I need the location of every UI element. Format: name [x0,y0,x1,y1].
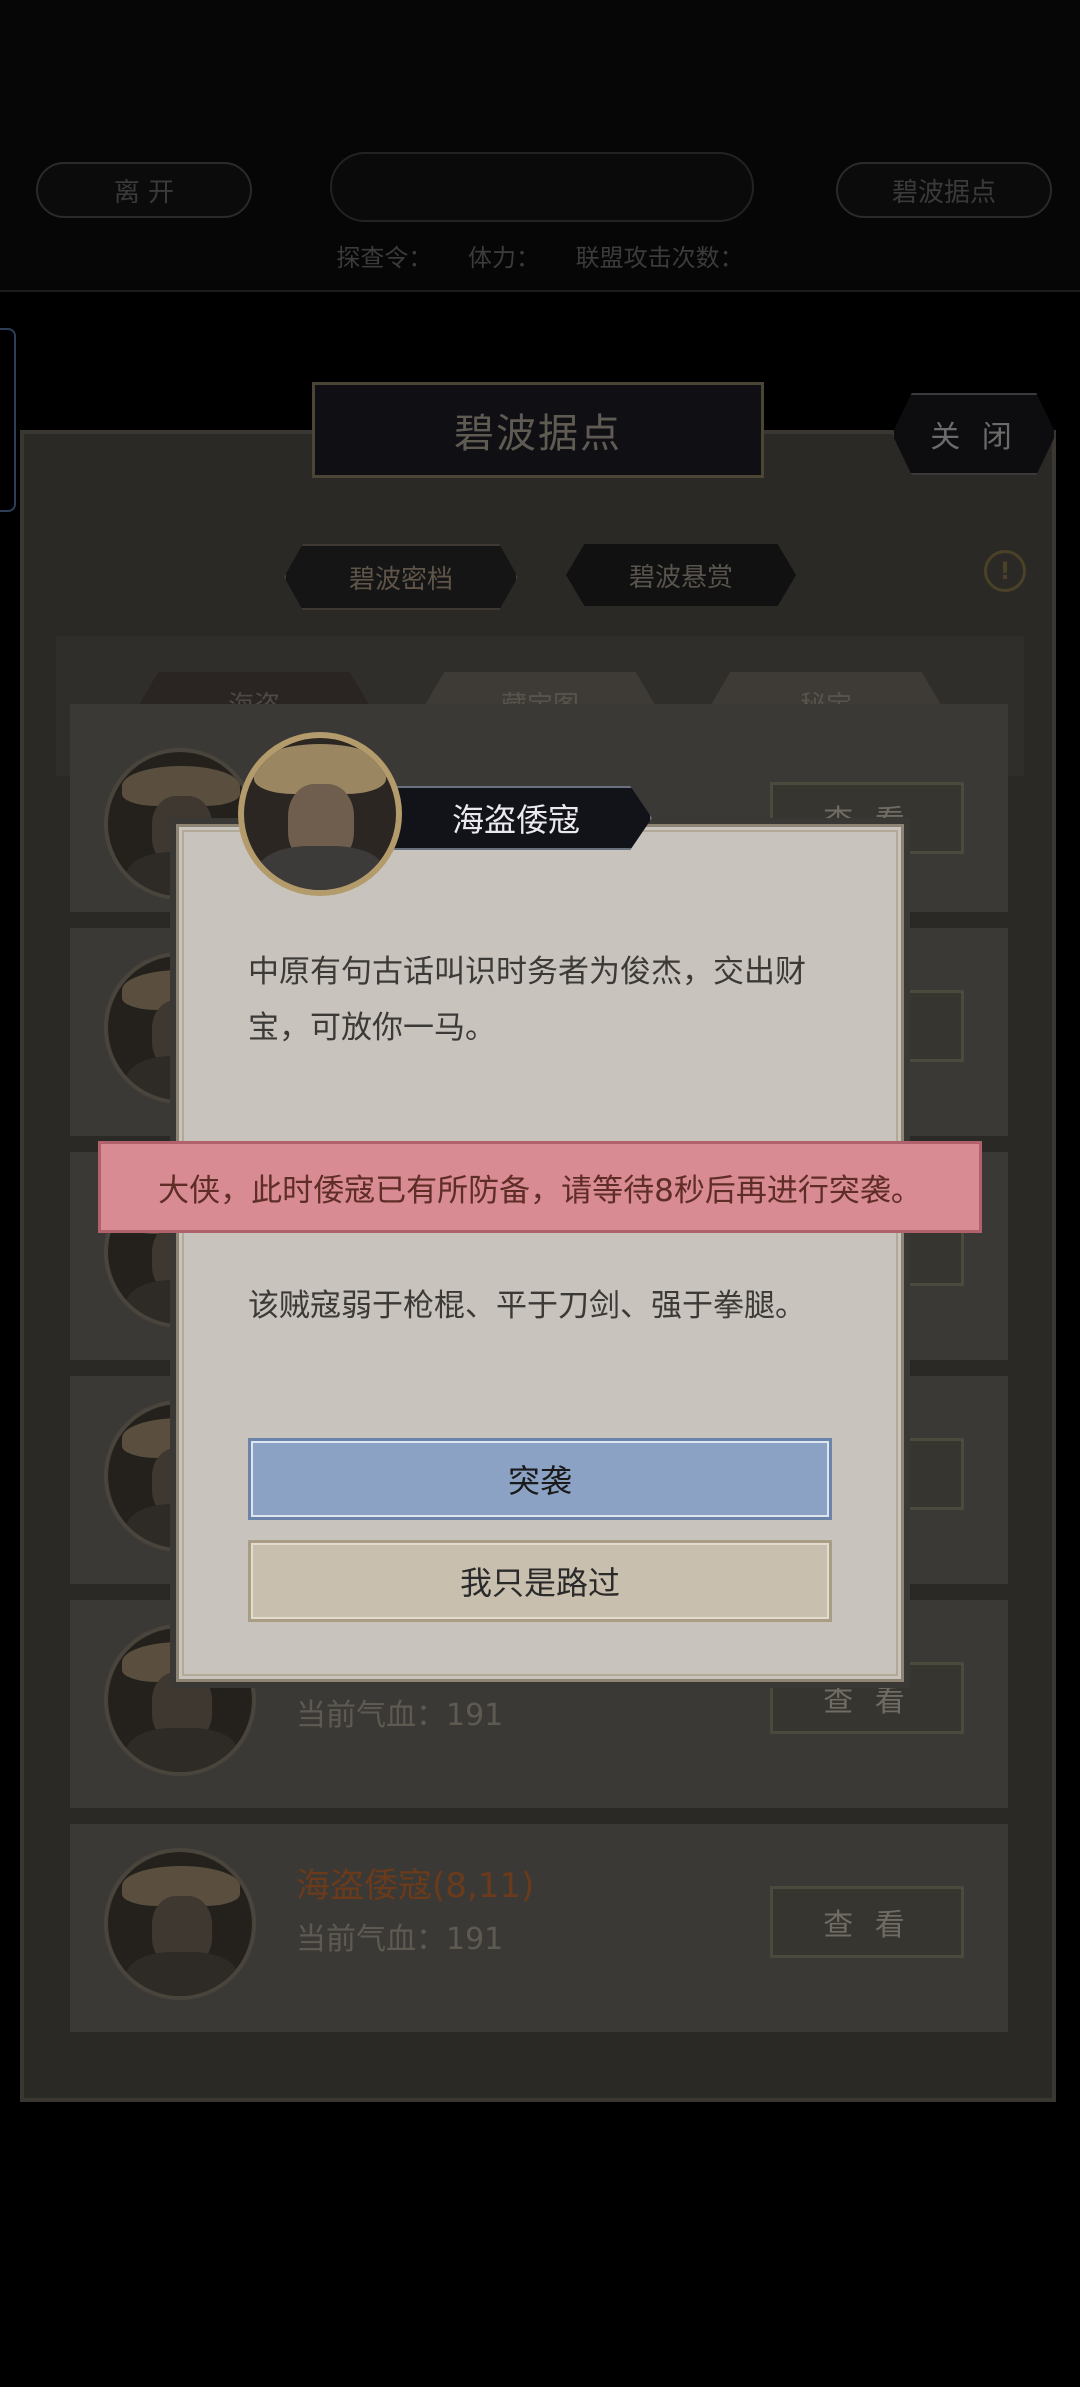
pirate-avatar [104,1848,256,2000]
attack-button[interactable]: 突袭 [248,1438,832,1520]
top-center-banner [330,152,754,222]
tab-bounty[interactable]: 碧波悬赏 [566,544,796,606]
info-icon[interactable]: ! [984,550,1026,592]
view-button[interactable]: 查 看 [770,1886,964,1958]
pirate-name: 海盗倭寇(8,11) [296,1866,535,1906]
dialog-name-tag: 海盗倭寇 [380,786,652,850]
dialog-speech: 中原有句古话叫识时务者为俊杰，交出财宝，可放你一马。 [248,954,806,1046]
side-tab[interactable] [0,328,16,512]
pass-by-button[interactable]: 我只是路过 [248,1540,832,1622]
divider [0,290,1080,292]
pirate-portrait [238,732,402,896]
pirate-hp: 当前气血：191 [296,1698,504,1733]
list-item: 海盗倭寇(8,11) 当前气血：191 查 看 [70,1824,1008,2032]
tab-archive[interactable]: 碧波密档 [284,544,518,610]
alert-toast: 大侠，此时倭寇已有所防备，请等待8秒后再进行突袭。 [98,1141,982,1233]
alliance-attack-label: 联盟攻击次数： [575,244,744,272]
stamina-label: 体力： [468,244,540,272]
pirate-hp: 当前气血：191 [296,1922,504,1957]
leave-button[interactable]: 离 开 [36,162,252,218]
close-button[interactable]: 关 闭 [892,393,1056,475]
dialog-hint: 该贼寇弱于枪棍、平于刀剑、强于拳腿。 [248,1288,806,1324]
scout-token-label: 探查令： [336,244,433,272]
panel-title: 碧波据点 [312,382,764,478]
resource-stats: 探查令： 体力： 联盟攻击次数： [0,238,1080,273]
top-bar: 离 开 碧波据点 探查令： 体力： 联盟攻击次数： [0,0,1080,290]
base-button[interactable]: 碧波据点 [836,162,1052,218]
